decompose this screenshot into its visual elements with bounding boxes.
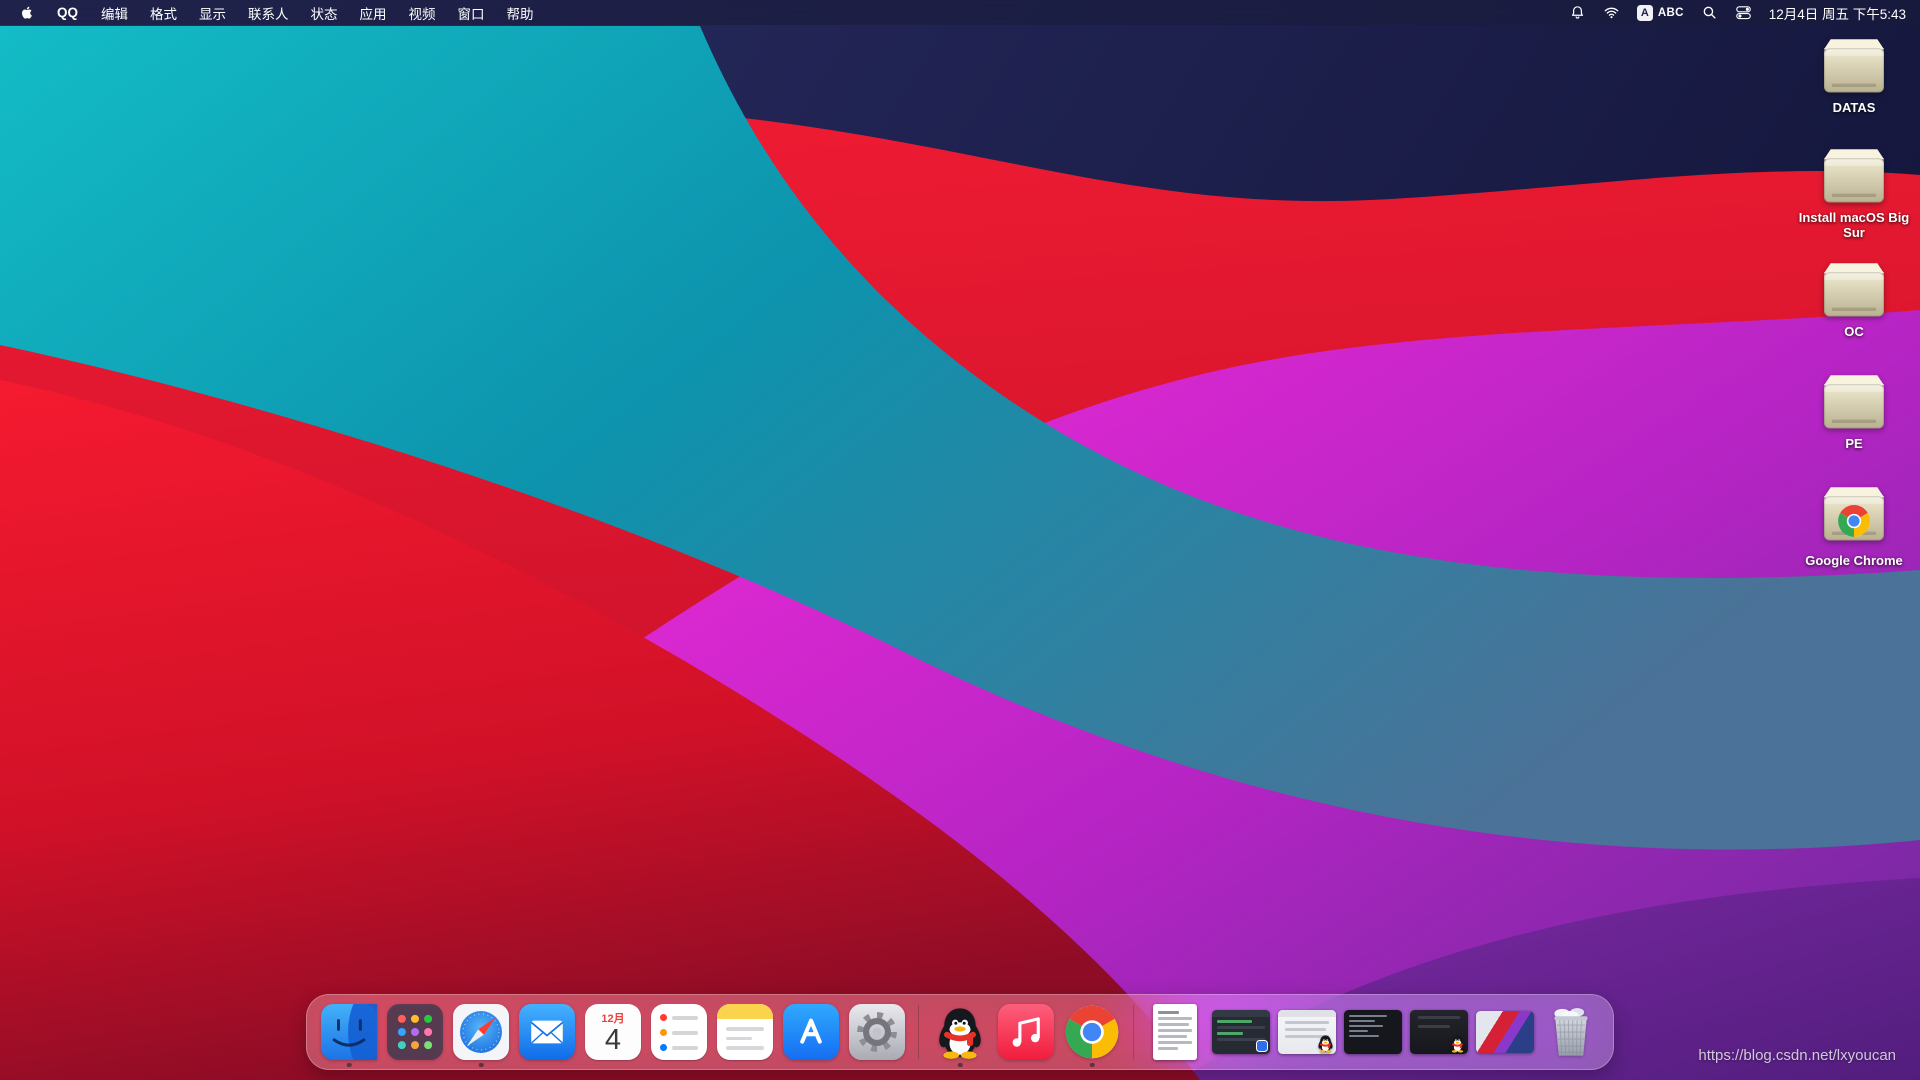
apple-menu[interactable] [10, 5, 45, 20]
desktop-icon-label: PE [1845, 436, 1862, 451]
dock-item-qq[interactable] [930, 1002, 990, 1062]
music-icon [998, 1004, 1054, 1060]
dock-item-safari[interactable] [451, 1002, 511, 1062]
external-drive-icon [1818, 37, 1890, 97]
trash-full-icon [1543, 1004, 1599, 1060]
light-window-thumbnail [1278, 1010, 1336, 1054]
mail-icon [519, 1004, 575, 1060]
document-thumbnail [1153, 1004, 1197, 1060]
dock-item-music[interactable] [996, 1002, 1056, 1062]
dock-item-chrome[interactable] [1062, 1002, 1122, 1062]
desktop-icon-label: OC [1844, 324, 1864, 339]
desktop-icon-label: Google Chrome [1805, 553, 1903, 568]
reminders-icon [651, 1004, 707, 1060]
menu-bar: QQ 编辑 格式 显示 联系人 状态 应用 视频 窗口 帮助 A ABC [0, 0, 1920, 25]
running-indicator [347, 1063, 352, 1068]
input-source-switcher[interactable]: A ABC [1637, 5, 1684, 21]
dock-minimized-terminal[interactable] [1343, 1002, 1403, 1062]
qq-badge-icon [1448, 1034, 1467, 1053]
desktop-wallpaper [0, 0, 1920, 1080]
dock-item-calendar[interactable]: 12月 4 [583, 1002, 643, 1062]
menu-item-edit[interactable]: 编辑 [90, 3, 139, 23]
csdn-watermark: https://blog.csdn.net/lxyoucan [1698, 1047, 1896, 1064]
control-center-icon[interactable] [1735, 4, 1752, 21]
app-menu-qq[interactable]: QQ [45, 5, 90, 20]
running-indicator [1090, 1063, 1095, 1068]
dock-item-trash[interactable] [1541, 1002, 1601, 1062]
dock-minimized-qq-window-dark[interactable] [1409, 1002, 1469, 1062]
dock-minimized-image-window[interactable] [1475, 1002, 1535, 1062]
dock-item-launchpad[interactable] [385, 1002, 445, 1062]
chrome-logo-icon [1837, 504, 1871, 538]
dock-minimized-dark-file-window[interactable] [1211, 1002, 1271, 1062]
running-indicator [479, 1063, 484, 1068]
dock-minimized-qq-window-light[interactable] [1277, 1002, 1337, 1062]
safari-icon [453, 1004, 509, 1060]
desktop-icon-label: DATAS [1833, 100, 1876, 115]
menu-item-video[interactable]: 视频 [398, 3, 447, 23]
app-store-icon [783, 1004, 839, 1060]
dock-separator [1133, 1005, 1134, 1059]
dock-item-mail[interactable] [517, 1002, 577, 1062]
gear-icon [849, 1004, 905, 1060]
external-drive-icon [1818, 373, 1890, 433]
menu-item-apps[interactable]: 应用 [349, 3, 398, 23]
dock-separator [918, 1005, 919, 1059]
external-drive-icon [1818, 147, 1890, 207]
desktop-icon-google-chrome[interactable]: Google Chrome [1791, 485, 1917, 568]
dark-window-thumbnail [1212, 1010, 1270, 1054]
dock-item-app-store[interactable] [781, 1002, 841, 1062]
menu-item-view[interactable]: 显示 [188, 3, 237, 23]
dock-item-system-preferences[interactable] [847, 1002, 907, 1062]
finder-icon [321, 1004, 377, 1060]
desktop-icon-install-macos-big-sur[interactable]: Install macOS Big Sur [1791, 147, 1917, 241]
drive-with-chrome [1818, 485, 1890, 550]
notification-bell-icon[interactable] [1569, 4, 1586, 21]
dark-window-thumbnail [1410, 1010, 1468, 1054]
menu-item-help[interactable]: 帮助 [496, 3, 545, 23]
chrome-icon [1064, 1004, 1120, 1060]
launchpad-icon [387, 1004, 443, 1060]
external-drive-icon [1818, 261, 1890, 321]
calendar-icon: 12月 4 [585, 1004, 641, 1060]
running-indicator [958, 1063, 963, 1068]
desktop-icon-pe[interactable]: PE [1791, 373, 1917, 451]
calendar-day: 4 [605, 1026, 621, 1056]
desktop-icon-oc[interactable]: OC [1791, 261, 1917, 339]
image-thumbnail [1476, 1011, 1534, 1053]
notes-icon [717, 1004, 773, 1060]
wifi-icon[interactable] [1603, 4, 1620, 21]
dock: 12月 4 [306, 994, 1614, 1070]
menu-item-status[interactable]: 状态 [300, 3, 349, 23]
dock-item-finder[interactable] [319, 1002, 379, 1062]
dock-item-reminders[interactable] [649, 1002, 709, 1062]
input-source-label: ABC [1658, 7, 1684, 19]
menu-item-window[interactable]: 窗口 [447, 3, 496, 23]
menu-item-contacts[interactable]: 联系人 [237, 3, 300, 23]
apple-icon [20, 5, 35, 20]
dock-minimized-document[interactable] [1145, 1002, 1205, 1062]
qq-badge-icon [1316, 1034, 1335, 1053]
dock-item-notes[interactable] [715, 1002, 775, 1062]
menu-bar-clock[interactable]: 12月4日 周五 下午5:43 [1769, 3, 1906, 23]
input-source-icon: A [1637, 5, 1653, 21]
terminal-thumbnail [1344, 1010, 1402, 1054]
menu-item-format[interactable]: 格式 [139, 3, 188, 23]
spotlight-search-icon[interactable] [1701, 4, 1718, 21]
qq-penguin-icon [932, 1004, 988, 1060]
app-badge [1256, 1040, 1268, 1052]
desktop-icon-datas[interactable]: DATAS [1791, 37, 1917, 115]
desktop-icon-label: Install macOS Big Sur [1791, 210, 1917, 241]
